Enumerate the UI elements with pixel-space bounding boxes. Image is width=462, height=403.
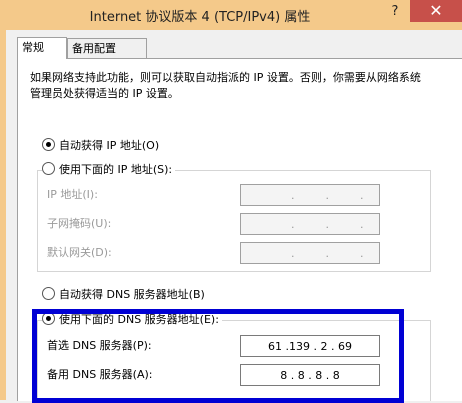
window-frame-edge — [0, 30, 6, 400]
window-title: Internet 协议版本 4 (TCP/IPv4) 属性 — [89, 10, 311, 25]
help-button[interactable]: ? — [382, 4, 408, 24]
radio-auto-ip[interactable]: 自动获得 IP 地址(O) — [42, 138, 159, 154]
close-button[interactable]: ✕ — [410, 0, 462, 22]
radio-unselected-icon — [42, 287, 55, 300]
radio-manual-ip[interactable]: 使用下面的 IP 地址(S): — [42, 162, 176, 178]
tab-alternate-config[interactable]: 备用配置 — [67, 38, 147, 59]
default-gateway-input[interactable]: ... — [240, 242, 380, 264]
description-text: 如果网络支持此功能，则可以获取自动指派的 IP 设置。否则，你需要从网络系统管理… — [30, 71, 421, 100]
default-gateway-label: 默认网关(D): — [47, 246, 112, 259]
subnet-mask-label: 子网掩码(U): — [47, 217, 112, 230]
radio-auto-dns[interactable]: 自动获得 DNS 服务器地址(B) — [42, 287, 205, 303]
ip-address-label: IP 地址(I): — [47, 188, 98, 201]
radio-auto-dns-label: 自动获得 DNS 服务器地址(B) — [59, 288, 205, 301]
radio-unselected-icon — [42, 162, 55, 175]
radio-manual-ip-label: 使用下面的 IP 地址(S): — [59, 163, 173, 176]
tab-general[interactable]: 常规 — [17, 37, 67, 59]
subnet-mask-input[interactable]: ... — [240, 213, 380, 235]
radio-auto-ip-label: 自动获得 IP 地址(O) — [59, 139, 160, 152]
title-bar: Internet 协议版本 4 (TCP/IPv4) 属性 ? ✕ — [0, 0, 462, 30]
ip-address-input[interactable]: ... — [240, 184, 380, 206]
radio-selected-icon — [42, 138, 55, 151]
dns-highlight-frame — [32, 309, 404, 403]
